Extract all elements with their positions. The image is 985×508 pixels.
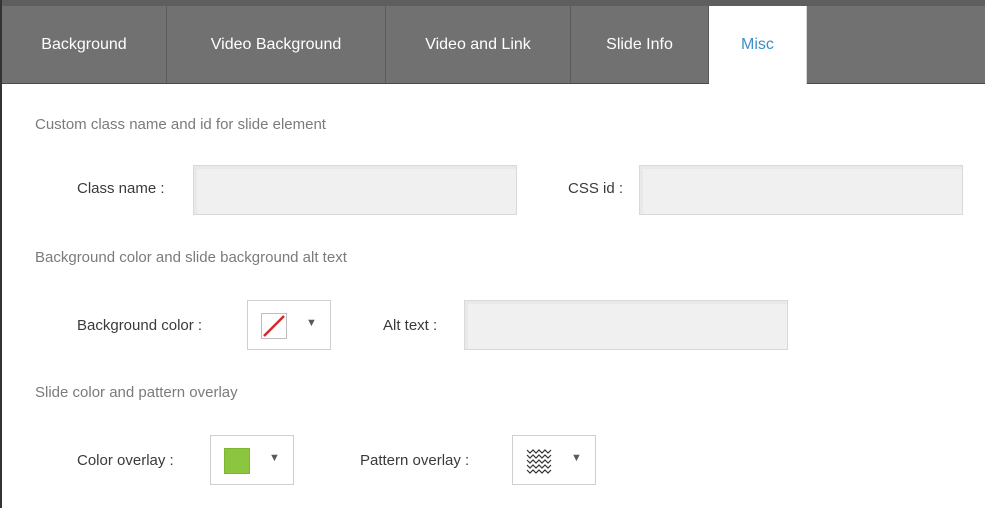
section-title-overlay: Slide color and pattern overlay [35, 384, 238, 401]
pattern-overlay-picker[interactable]: ▼ [512, 435, 596, 485]
background-color-label: Background color : [77, 317, 203, 334]
section-title-custom: Custom class name and id for slide eleme… [35, 116, 326, 133]
tab-misc[interactable]: Misc [709, 6, 807, 84]
css-id-label: CSS id : [568, 180, 624, 197]
background-color-picker[interactable]: ▼ [247, 300, 331, 350]
no-color-swatch-icon [261, 313, 287, 339]
class-name-label: Class name : [77, 180, 165, 197]
tab-bar: Background Video Background Video and Li… [2, 0, 985, 84]
color-overlay-picker[interactable]: ▼ [210, 435, 294, 485]
zigzag-pattern-icon [526, 447, 552, 475]
alt-text-label: Alt text : [383, 317, 438, 334]
section-title-background: Background color and slide background al… [35, 249, 347, 266]
pattern-overlay-label: Pattern overlay : [360, 452, 470, 469]
chevron-down-icon: ▼ [306, 317, 317, 329]
tab-video-background[interactable]: Video Background [167, 6, 386, 83]
slide-settings-panel: Background Video Background Video and Li… [0, 0, 985, 508]
color-overlay-label: Color overlay : [77, 452, 174, 469]
chevron-down-icon: ▼ [269, 452, 280, 464]
color-overlay-swatch [224, 448, 250, 474]
chevron-down-icon: ▼ [571, 452, 582, 464]
tab-video-and-link[interactable]: Video and Link [386, 6, 571, 83]
tab-slide-info[interactable]: Slide Info [571, 6, 709, 83]
css-id-input[interactable] [639, 165, 963, 215]
alt-text-input[interactable] [464, 300, 788, 350]
class-name-input[interactable] [193, 165, 517, 215]
tab-background[interactable]: Background [2, 6, 167, 83]
